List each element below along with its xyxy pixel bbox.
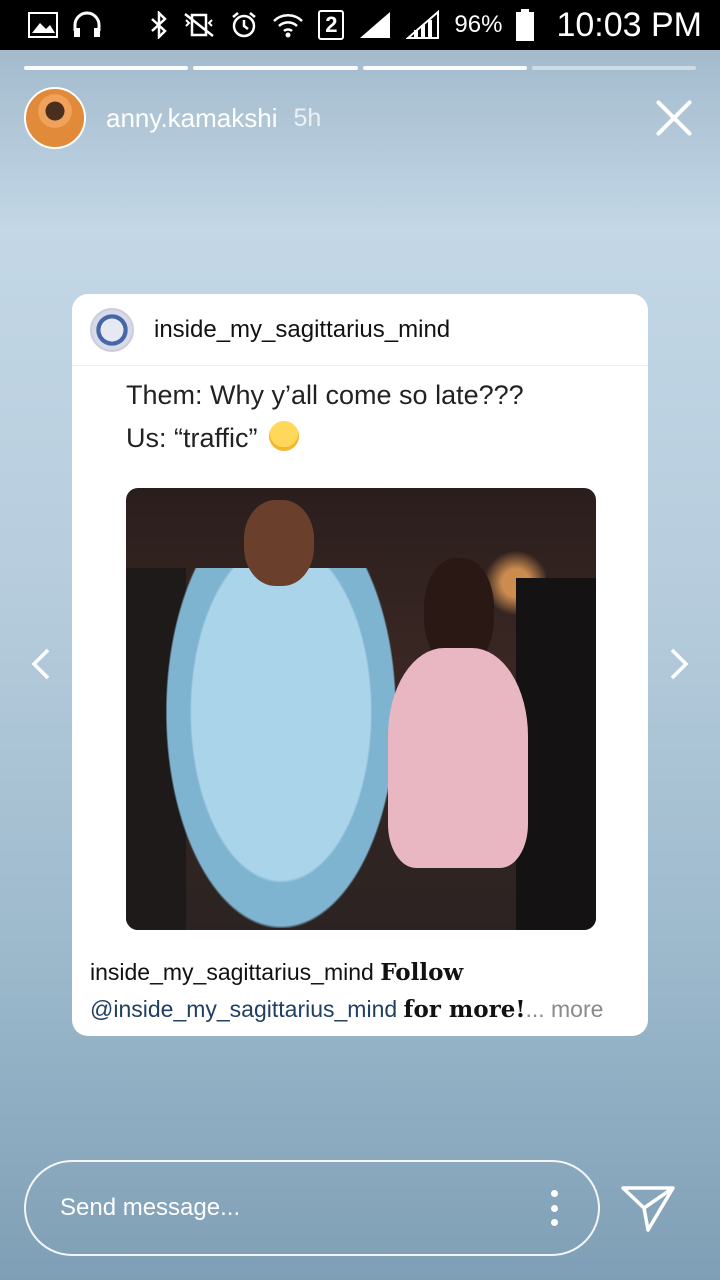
send-message-input[interactable] <box>60 1194 544 1222</box>
post-text-line1: Them: Why y’all come so late??? <box>126 380 524 410</box>
vibrate-icon <box>182 11 216 39</box>
laughing-emoji-icon <box>269 421 300 451</box>
alarm-icon <box>230 11 258 39</box>
reply-bar <box>24 1160 600 1256</box>
progress-segment <box>193 66 358 70</box>
clock: 10:03 PM <box>556 5 702 44</box>
sim-badge: 2 <box>318 10 345 40</box>
post-avatar[interactable] <box>90 307 134 352</box>
chevron-right-icon <box>670 648 689 680</box>
signal-icon <box>406 10 440 40</box>
story-progress <box>24 66 696 70</box>
story-username[interactable]: anny.kamakshi <box>106 103 278 134</box>
caption-more-link[interactable]: ... more <box>525 996 603 1022</box>
post-photo[interactable] <box>126 488 596 930</box>
progress-segment <box>531 66 696 70</box>
caption-username[interactable]: inside_my_sagittarius_mind <box>90 959 374 985</box>
wifi-icon <box>272 11 304 39</box>
next-story-button[interactable] <box>660 646 696 682</box>
progress-segment <box>24 66 189 70</box>
more-options-icon[interactable] <box>544 1190 564 1226</box>
post-text-line2-wrap: Us: “traffic” <box>126 417 648 460</box>
post-username[interactable]: inside_my_sagittarius_mind <box>154 316 450 344</box>
post-text-line2: Us: “traffic” <box>126 423 258 453</box>
post-text: Them: Why y’all come so late??? Us: “tra… <box>72 366 648 460</box>
post-caption[interactable]: inside_my_sagittarius_mind Follow @insid… <box>90 954 630 1028</box>
send-button[interactable] <box>620 1182 676 1234</box>
signal-icon <box>358 10 392 40</box>
progress-segment <box>362 66 527 70</box>
battery-icon <box>516 9 535 41</box>
headphones-icon <box>72 11 102 39</box>
bluetooth-icon <box>150 11 168 39</box>
shared-post-card[interactable]: inside_my_sagittarius_mind Them: Why y’a… <box>72 294 648 1036</box>
close-button[interactable] <box>652 96 696 140</box>
gallery-icon <box>28 12 58 38</box>
caption-mention[interactable]: @inside_my_sagittarius_mind <box>90 996 397 1022</box>
avatar[interactable] <box>24 87 86 149</box>
status-bar: 2 96% 10:03 PM <box>0 0 720 50</box>
post-header: inside_my_sagittarius_mind <box>72 294 648 366</box>
battery-percent: 96% <box>454 11 503 38</box>
caption-follow: Follow <box>380 959 464 986</box>
chevron-left-icon <box>31 648 50 680</box>
story-time-ago: 5h <box>293 103 322 132</box>
paper-plane-icon <box>621 1186 675 1232</box>
story-header: anny.kamakshi 5h <box>24 86 696 150</box>
caption-for-more: for more! <box>403 996 526 1023</box>
previous-story-button[interactable] <box>24 646 60 682</box>
